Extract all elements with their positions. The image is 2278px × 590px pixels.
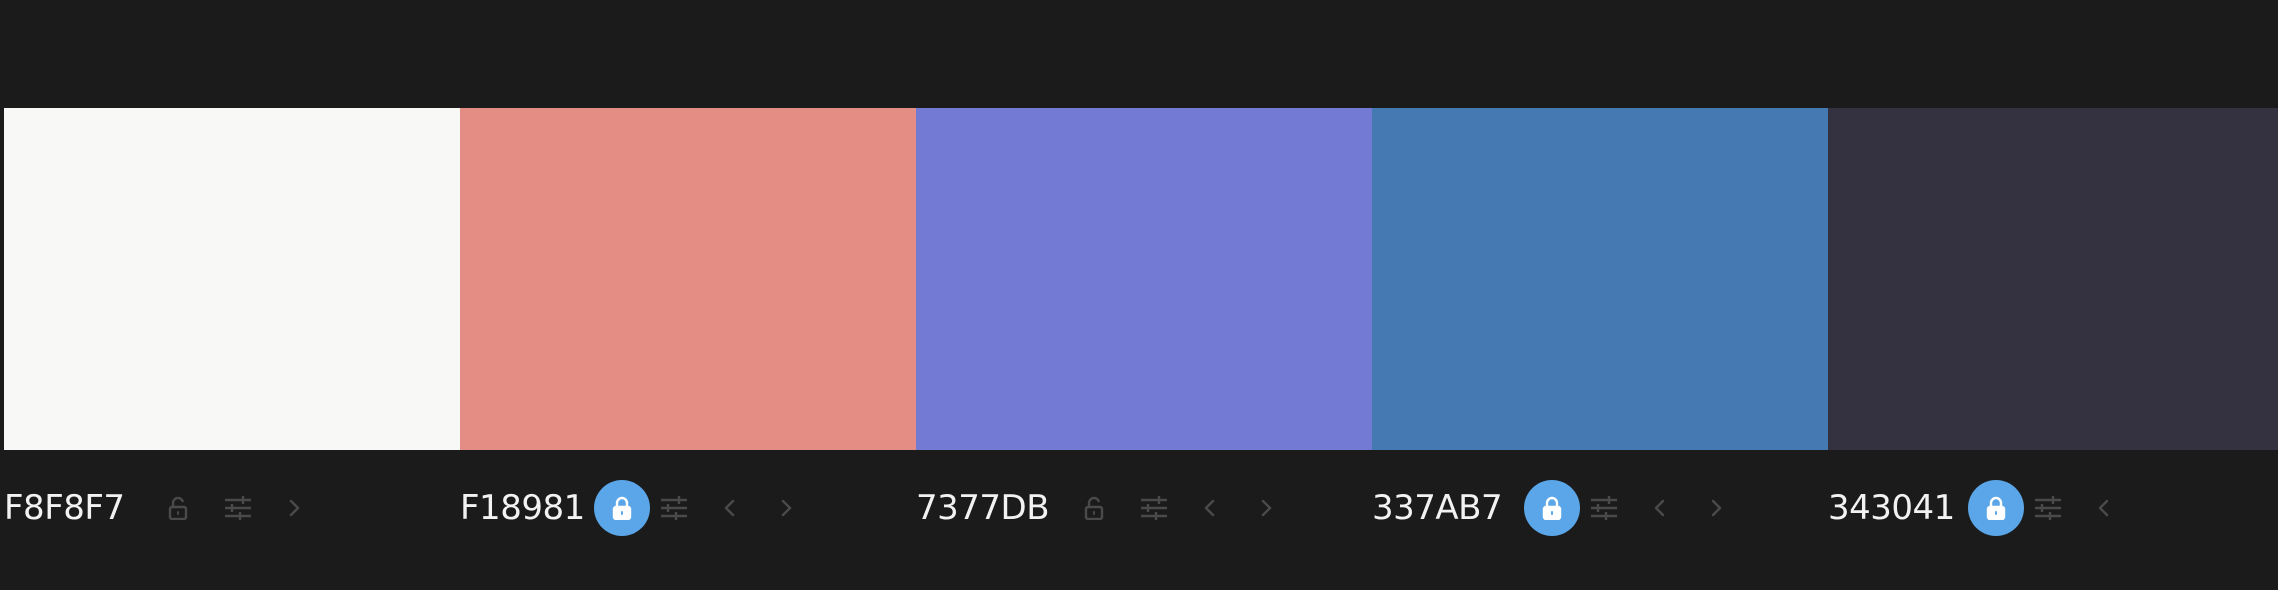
lock-button[interactable] <box>1968 480 2024 536</box>
lock-icon <box>1985 496 2007 520</box>
color-swatch-4[interactable] <box>1372 108 1828 450</box>
palette-strip <box>4 108 2278 450</box>
sliders-icon <box>659 496 689 520</box>
hex-code-label[interactable]: 337AB7 <box>1372 488 1503 528</box>
lock-icon <box>1541 496 1563 520</box>
move-right-button[interactable] <box>766 488 806 528</box>
sliders-icon <box>1139 496 1169 520</box>
chevron-left-icon <box>2097 498 2111 518</box>
chevron-right-icon <box>779 498 793 518</box>
adjust-button[interactable] <box>1584 488 1624 528</box>
hex-code-label[interactable]: F18981 <box>460 488 585 528</box>
chevron-left-icon <box>1653 498 1667 518</box>
swatch-controls-1: F8F8F7 <box>4 480 460 538</box>
color-swatch-5[interactable] <box>1828 108 2278 450</box>
hex-code-label[interactable]: 343041 <box>1828 488 1955 528</box>
move-left-button[interactable] <box>1190 488 1230 528</box>
swatch-controls-3: 7377DB <box>916 480 1372 538</box>
chevron-right-icon <box>1259 498 1273 518</box>
lock-button[interactable] <box>1524 480 1580 536</box>
hex-code-label[interactable]: F8F8F7 <box>4 488 125 528</box>
lock-button[interactable] <box>594 480 650 536</box>
adjust-button[interactable] <box>2028 488 2068 528</box>
swatch-controls-4: 337AB7 <box>1372 480 1828 538</box>
chevron-left-icon <box>723 498 737 518</box>
adjust-button[interactable] <box>1134 488 1174 528</box>
lock-icon <box>167 496 189 520</box>
sliders-icon <box>223 496 253 520</box>
chevron-right-icon <box>1709 498 1723 518</box>
color-swatch-1[interactable] <box>4 108 460 450</box>
adjust-button[interactable] <box>654 488 694 528</box>
lock-button[interactable] <box>1074 488 1114 528</box>
swatch-controls-5: 343041 <box>1828 480 2278 538</box>
swatch-controls-row: F8F8F7 F18981 7377DB 337AB7 343041 <box>4 480 2278 538</box>
move-left-button[interactable] <box>710 488 750 528</box>
swatch-controls-2: F18981 <box>460 480 916 538</box>
move-left-button[interactable] <box>1640 488 1680 528</box>
move-right-button[interactable] <box>1696 488 1736 528</box>
move-right-button[interactable] <box>1246 488 1286 528</box>
move-left-button[interactable] <box>2084 488 2124 528</box>
color-swatch-2[interactable] <box>460 108 916 450</box>
adjust-button[interactable] <box>218 488 258 528</box>
sliders-icon <box>2033 496 2063 520</box>
lock-icon <box>611 496 633 520</box>
color-swatch-3[interactable] <box>916 108 1372 450</box>
move-right-button[interactable] <box>274 488 314 528</box>
chevron-left-icon <box>1203 498 1217 518</box>
hex-code-label[interactable]: 7377DB <box>916 488 1050 528</box>
lock-icon <box>1083 496 1105 520</box>
lock-button[interactable] <box>158 488 198 528</box>
sliders-icon <box>1589 496 1619 520</box>
chevron-right-icon <box>287 498 301 518</box>
